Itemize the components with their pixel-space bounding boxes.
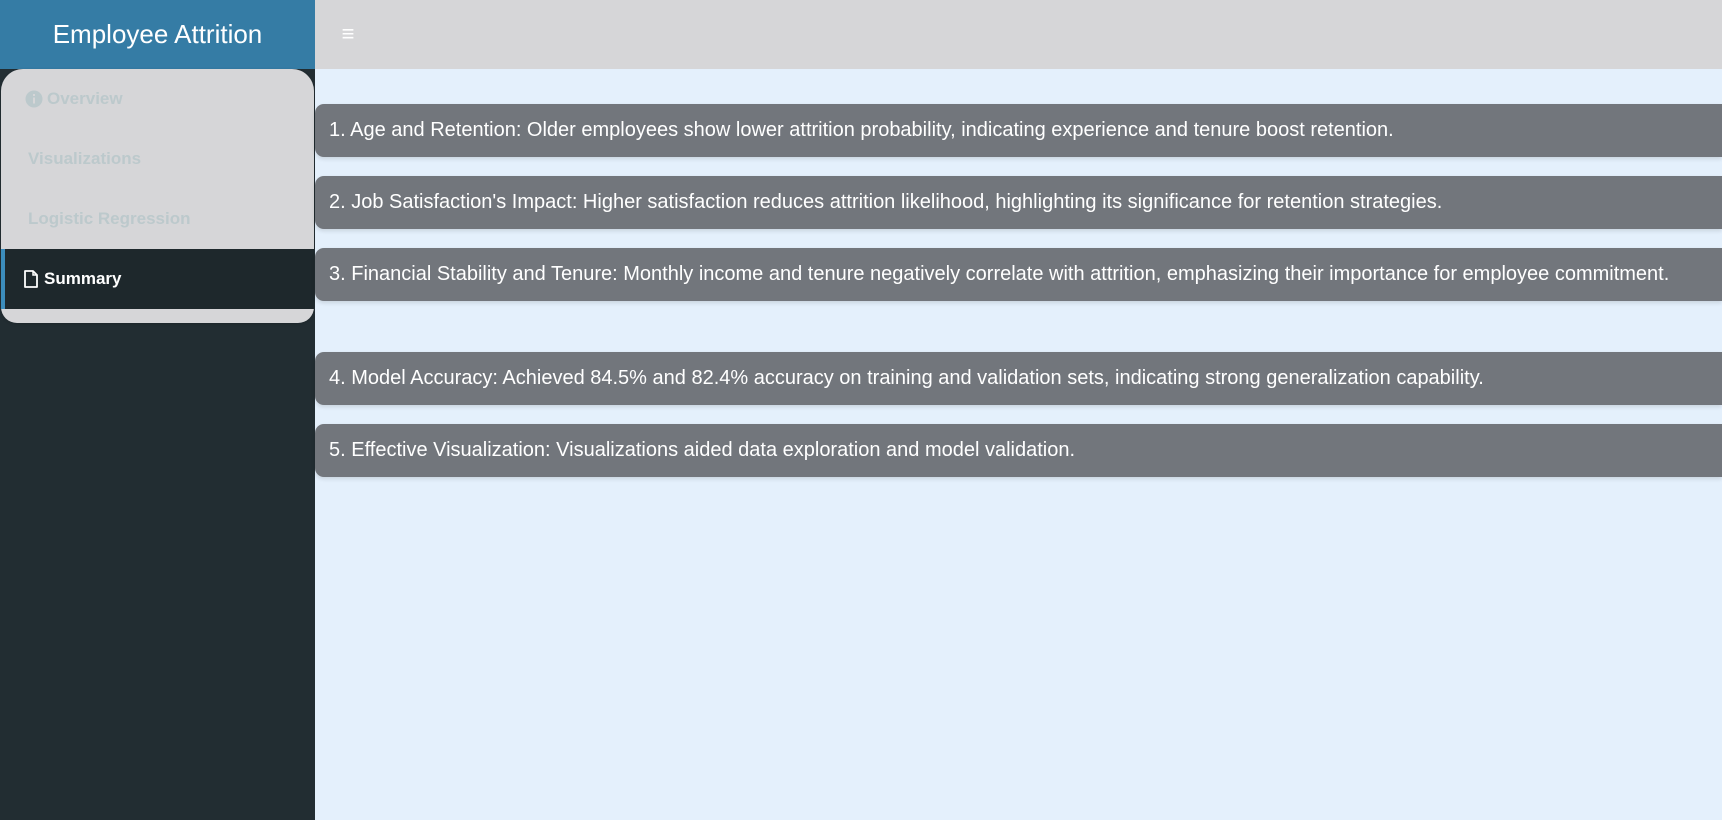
sidebar: Overview Visualizations Logistic Regress… (0, 69, 315, 820)
summary-point-text: 1. Age and Retention: Older employees sh… (329, 119, 1394, 141)
summary-point-text: 3. Financial Stability and Tenure: Month… (329, 263, 1670, 285)
app-root: Employee Attrition ≡ Overview Visualizat… (0, 0, 1722, 820)
sidebar-item-logistic-regression[interactable]: Logistic Regression (1, 189, 314, 249)
sidebar-item-label: Logistic Regression (28, 209, 191, 228)
file-icon (22, 270, 40, 288)
main-content: 1. Age and Retention: Older employees sh… (315, 69, 1722, 820)
sidebar-item-label: Overview (47, 89, 123, 108)
summary-point-text: 2. Job Satisfaction's Impact: Higher sat… (329, 191, 1443, 213)
top-navbar: ≡ (315, 0, 1722, 69)
sidebar-menu: Overview Visualizations Logistic Regress… (1, 69, 314, 323)
sidebar-item-label: Summary (44, 269, 122, 288)
summary-point-text: 5. Effective Visualization: Visualizatio… (329, 439, 1076, 461)
sidebar-item-summary[interactable]: Summary (1, 249, 314, 309)
sidebar-item-label: Visualizations (28, 149, 142, 168)
sidebar-item-visualizations[interactable]: Visualizations (1, 129, 314, 189)
info-circle-icon (25, 90, 43, 108)
sidebar-item-overview[interactable]: Overview (1, 69, 314, 129)
summary-point: 4. Model Accuracy: Achieved 84.5% and 82… (315, 352, 1722, 405)
summary-point-text: 4. Model Accuracy: Achieved 84.5% and 82… (329, 367, 1484, 389)
app-title: Employee Attrition (0, 0, 315, 69)
hamburger-icon[interactable]: ≡ (334, 19, 362, 49)
summary-point: 5. Effective Visualization: Visualizatio… (315, 424, 1722, 477)
summary-point: 3. Financial Stability and Tenure: Month… (315, 248, 1722, 301)
summary-point: 2. Job Satisfaction's Impact: Higher sat… (315, 176, 1722, 229)
summary-point: 1. Age and Retention: Older employees sh… (315, 104, 1722, 157)
